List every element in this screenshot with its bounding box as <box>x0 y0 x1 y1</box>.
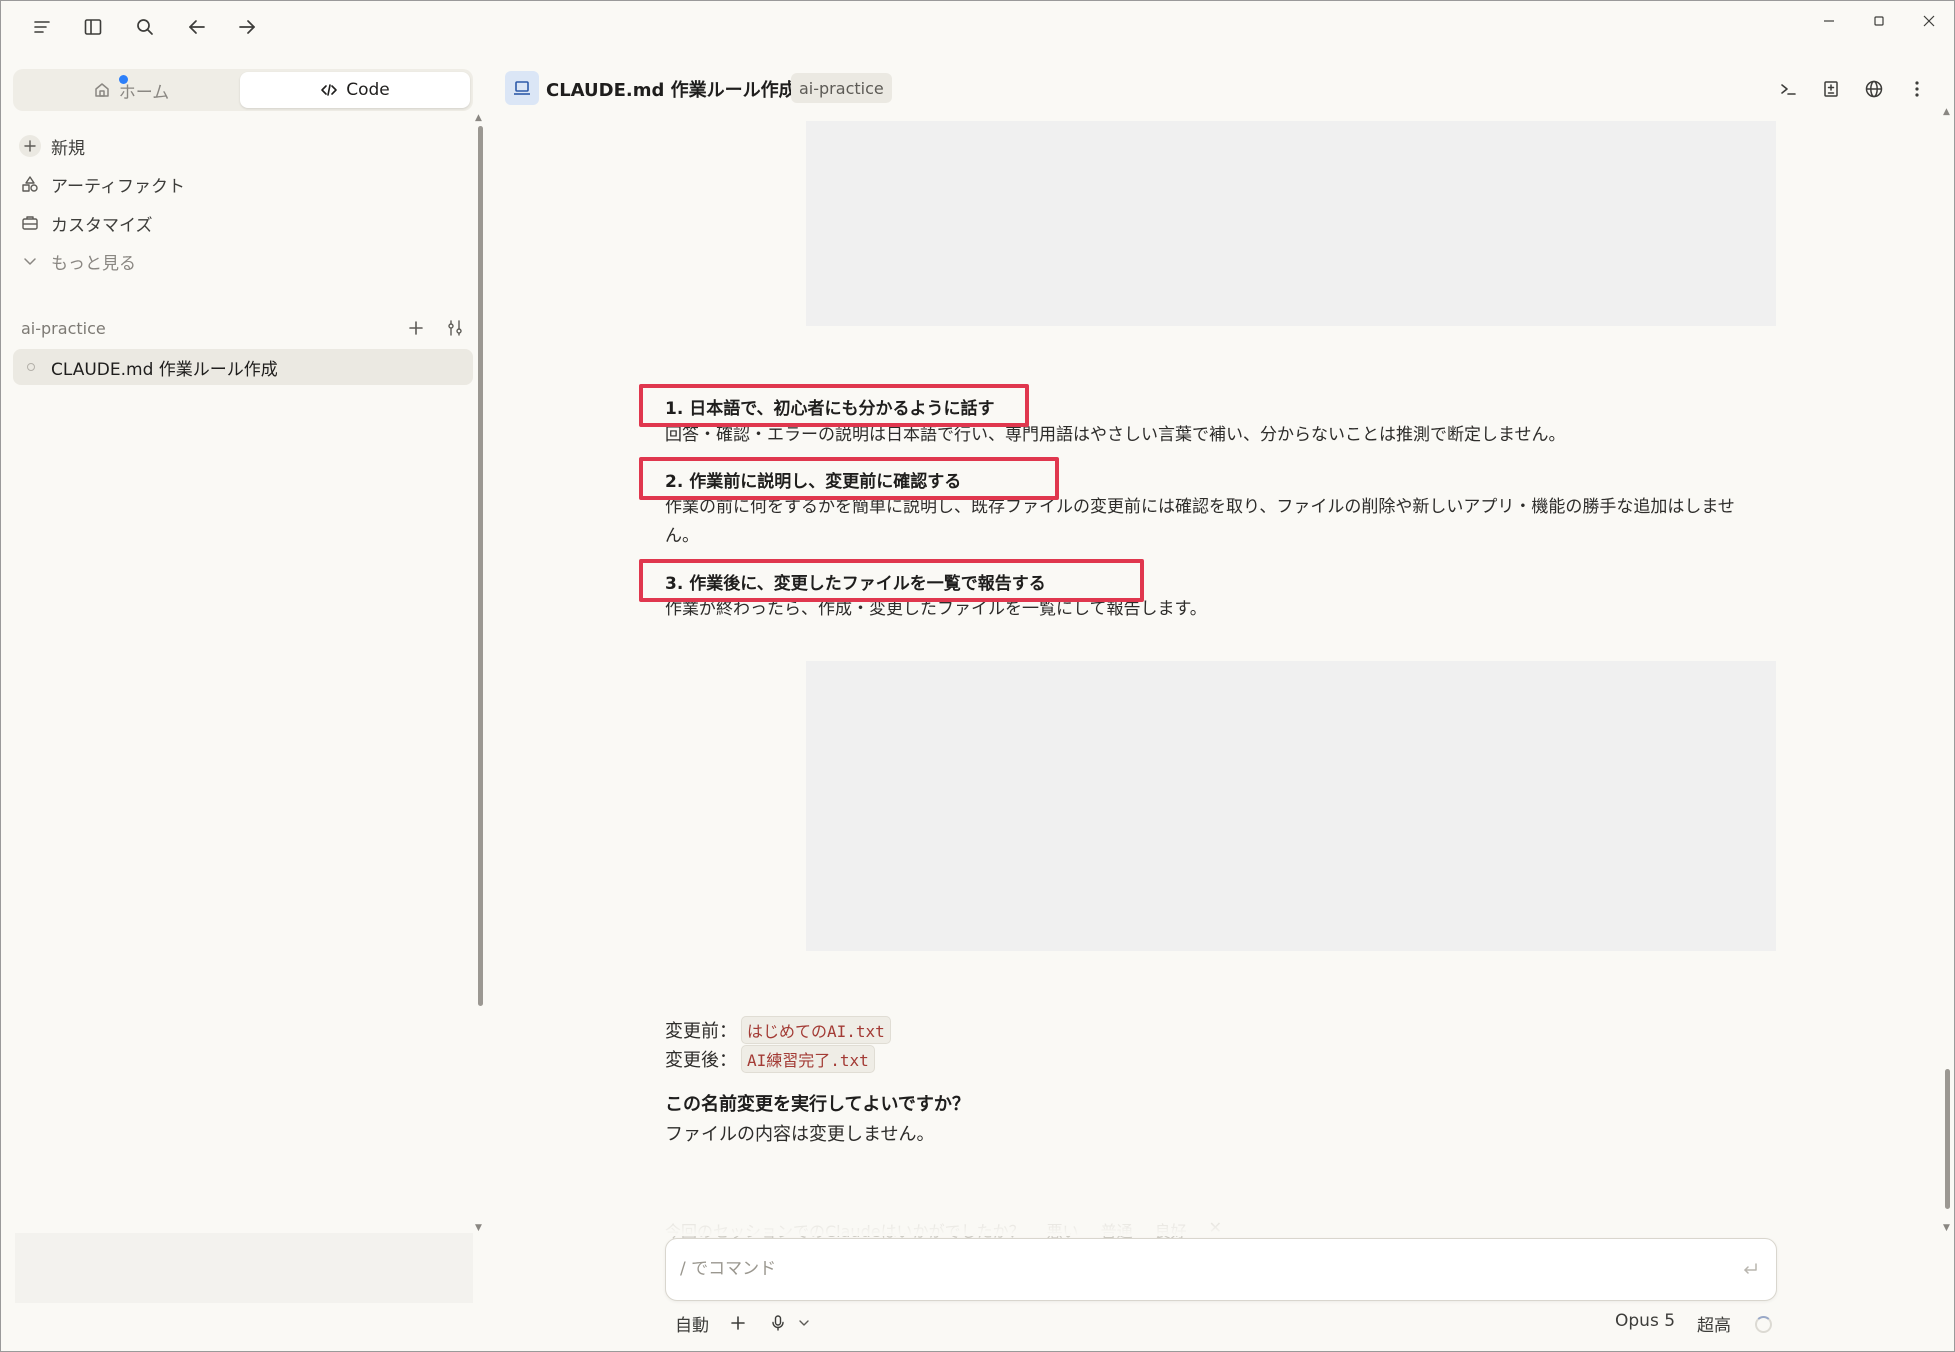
rename-before: 変更前： はじめてのAI.txt <box>665 1016 891 1044</box>
highlight-box-1 <box>639 384 1029 427</box>
main-scroll-thumb[interactable] <box>1945 1069 1950 1209</box>
image-placeholder-top <box>806 121 1776 326</box>
new-session-button[interactable]: 新規 <box>19 131 459 161</box>
home-icon <box>93 81 111 99</box>
nav-customize[interactable]: カスタマイズ <box>19 208 459 238</box>
after-filename: AI練習完了.txt <box>741 1045 875 1073</box>
confirmation-note: ファイルの内容は変更しません。 <box>665 1124 935 1145</box>
more-options-icon[interactable] <box>1902 74 1932 104</box>
confirmation-question: この名前変更を実行してよいですか？ <box>665 1094 970 1115</box>
artifacts-label: アーティファクト <box>51 176 185 197</box>
tab-code[interactable]: Code <box>240 72 470 108</box>
artifacts-icon <box>19 173 41 195</box>
session-item[interactable]: CLAUDE.md 作業ルール作成 <box>13 349 473 385</box>
composer-toolbar: 自動 Opus 5 超高 <box>665 1309 1777 1339</box>
sidebar: ホーム Code 新規 アーティファクト カスタマイズ もっと見る ai-pra… <box>1 53 486 1351</box>
message-composer <box>665 1238 1777 1301</box>
chat-fade-overlay <box>516 1206 1936 1236</box>
model-selector[interactable]: Opus 5 <box>1615 1311 1675 1331</box>
add-session-icon[interactable] <box>403 315 429 341</box>
sidebar-footer <box>15 1233 473 1303</box>
notification-dot <box>119 75 128 84</box>
scroll-up-icon[interactable]: ▲ <box>475 113 482 123</box>
permission-mode-button[interactable]: 自動 <box>675 1311 709 1336</box>
search-icon[interactable] <box>130 12 160 42</box>
close-icon[interactable] <box>1911 7 1947 35</box>
before-filename: はじめてのAI.txt <box>741 1016 891 1044</box>
after-label: 変更後： <box>665 1050 737 1071</box>
customize-label: カスタマイズ <box>51 215 153 236</box>
session-title-header: CLAUDE.md 作業ルール作成 <box>546 80 797 101</box>
highlight-box-3 <box>639 559 1144 602</box>
main-scroll-down-icon[interactable]: ▼ <box>1943 1223 1950 1233</box>
filter-settings-icon[interactable] <box>442 315 468 341</box>
sidebar-toggle-icon[interactable] <box>78 12 108 42</box>
sidebar-scroll-thumb[interactable] <box>478 126 483 1006</box>
more-label: もっと見る <box>51 253 136 274</box>
menu-icon[interactable] <box>27 12 57 42</box>
diff-panel-icon[interactable] <box>1816 74 1846 104</box>
attach-plus-icon[interactable] <box>729 1314 747 1332</box>
nav-more[interactable]: もっと見る <box>19 246 459 276</box>
before-label: 変更前： <box>665 1021 737 1042</box>
session-title: CLAUDE.md 作業ルール作成 <box>51 359 278 380</box>
new-label: 新規 <box>51 138 85 159</box>
app-window: ホーム Code 新規 アーティファクト カスタマイズ もっと見る ai-pra… <box>0 0 1955 1352</box>
project-name: ai-practice <box>21 319 106 338</box>
minimize-icon[interactable] <box>1811 7 1847 35</box>
mic-dropdown-chevron-icon[interactable] <box>797 1316 811 1330</box>
maximize-icon[interactable] <box>1861 7 1897 35</box>
chevron-down-icon <box>19 250 41 272</box>
session-header: CLAUDE.md 作業ルール作成 ai-practice <box>501 67 1931 111</box>
image-placeholder-bottom <box>806 661 1776 951</box>
rule-2-desc: 作業の前に何をするかを簡単に説明し、既存ファイルの変更前には確認を取り、ファイル… <box>665 497 1735 546</box>
forward-arrow-icon[interactable] <box>232 12 262 42</box>
globe-icon[interactable] <box>1859 74 1889 104</box>
tab-code-label: Code <box>346 80 390 100</box>
microphone-icon[interactable] <box>769 1314 787 1332</box>
rename-after: 変更後： AI練習完了.txt <box>665 1045 875 1073</box>
effort-selector[interactable]: 超高 <box>1697 1311 1731 1336</box>
project-badge[interactable]: ai-practice <box>791 73 892 103</box>
scroll-down-icon[interactable]: ▼ <box>475 1223 482 1233</box>
top-toolbar <box>1 1 1954 53</box>
tab-home[interactable]: ホーム <box>16 72 246 108</box>
terminal-icon[interactable] <box>1773 74 1803 104</box>
message-input[interactable] <box>680 1253 1720 1285</box>
code-icon <box>320 81 338 99</box>
highlight-box-2 <box>639 457 1059 500</box>
mode-tabs: ホーム Code <box>13 69 473 111</box>
submit-enter-icon[interactable] <box>1738 1257 1762 1281</box>
nav-artifacts[interactable]: アーティファクト <box>19 169 459 199</box>
plus-icon <box>19 135 41 157</box>
briefcase-icon <box>19 212 41 234</box>
session-status-icon <box>27 363 35 371</box>
laptop-icon <box>505 71 539 105</box>
loading-spinner-icon <box>1755 1316 1772 1333</box>
back-arrow-icon[interactable] <box>182 12 212 42</box>
main-scroll-up-icon[interactable]: ▲ <box>1943 107 1950 117</box>
